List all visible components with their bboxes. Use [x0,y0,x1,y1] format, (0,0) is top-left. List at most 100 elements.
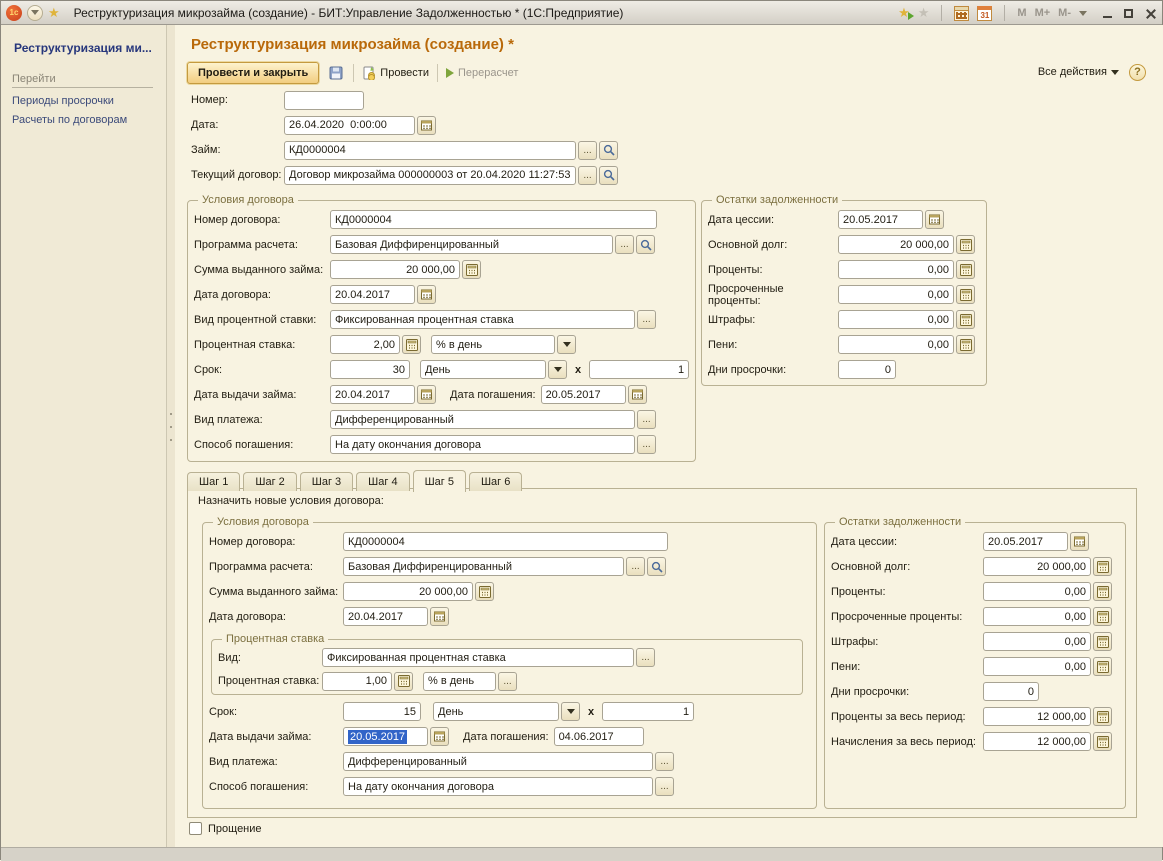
repayment-method-field[interactable]: На дату окончания договора [330,435,635,454]
interest-rate-field[interactable]: 2,00 [330,335,400,354]
calc-button[interactable] [956,285,975,304]
memory-mplus-button[interactable]: M+ [1035,7,1051,19]
forgiveness-checkbox[interactable] [189,822,202,835]
help-button[interactable]: ? [1129,64,1146,81]
new-interest-rate-field[interactable]: 1,00 [322,672,392,691]
repayment-method-select-button[interactable]: ... [655,777,674,796]
new-term-field[interactable]: 15 [343,702,421,721]
rate-unit-combo[interactable]: % в день [431,335,555,354]
post-button[interactable]: Провести [360,63,431,83]
recalculate-button[interactable]: Перерасчет [444,63,520,83]
calc-button[interactable] [1093,707,1112,726]
number-field[interactable] [284,91,364,110]
amount-calc-button[interactable] [462,260,481,279]
post-and-close-button[interactable]: Провести и закрыть [187,62,319,84]
loan-select-button[interactable]: ... [578,141,597,160]
principal-field[interactable]: 20 000,00 [838,235,954,254]
overdue-days-field[interactable]: 0 [983,682,1039,701]
memory-mminus-button[interactable]: M- [1058,7,1071,19]
program-select-button[interactable]: ... [615,235,634,254]
new-issue-date-field[interactable]: 20.05.2017 [343,727,428,746]
overdue-interest-field[interactable]: 0,00 [838,285,954,304]
new-term-unit-combo[interactable]: День [433,702,559,721]
contract-select-button[interactable]: ... [578,166,597,185]
new-contract-date-field[interactable]: 20.04.2017 [343,607,428,626]
payment-type-select-button[interactable]: ... [655,752,674,771]
calc-button[interactable] [956,235,975,254]
rate-type-select-button[interactable]: ... [636,648,655,667]
favorite-page-icon[interactable]: ★ [918,5,930,21]
close-button[interactable] [1145,8,1156,19]
rate-type-select-button[interactable]: ... [637,310,656,329]
period-interest-field[interactable]: 12 000,00 [983,707,1091,726]
principal-field[interactable]: 20 000,00 [983,557,1091,576]
calc-button[interactable] [394,672,413,691]
new-calc-program-field[interactable]: Базовая Диффиренцированный [343,557,624,576]
minimize-button[interactable] [1103,9,1112,18]
due-date-field[interactable]: 20.05.2017 [541,385,626,404]
calendar-icon[interactable]: 31 [977,6,992,21]
add-favorite-icon[interactable]: ★ [898,5,910,21]
loan-field[interactable]: КД0000004 [284,141,576,160]
contract-date-field[interactable]: 20.04.2017 [330,285,415,304]
new-repayment-method-field[interactable]: На дату окончания договора [343,777,653,796]
issue-date-field[interactable]: 20.04.2017 [330,385,415,404]
calc-program-field[interactable]: Базовая Диффиренцированный [330,235,613,254]
rate-unit-dropdown-button[interactable] [557,335,576,354]
term-unit-dropdown-button[interactable] [561,702,580,721]
loan-amount-field[interactable]: 20 000,00 [330,260,460,279]
program-select-button[interactable]: ... [626,557,645,576]
favorites-star-icon[interactable]: ★ [48,5,60,21]
new-rate-type-field[interactable]: Фиксированная процентная ставка [322,648,634,667]
overdue-days-field[interactable]: 0 [838,360,896,379]
fines-field[interactable]: 0,00 [983,632,1091,651]
chevron-down-icon[interactable] [1079,11,1087,16]
calc-button[interactable] [956,260,975,279]
interest-field[interactable]: 0,00 [983,582,1091,601]
overdue-interest-field[interactable]: 0,00 [983,607,1091,626]
tab-step-4[interactable]: Шаг 4 [356,472,409,491]
date-picker-button[interactable] [1070,532,1089,551]
all-actions-button[interactable]: Все действия [1036,62,1121,82]
date-picker-button[interactable] [417,285,436,304]
date-picker-button[interactable] [430,727,449,746]
date-picker-button[interactable] [925,210,944,229]
cession-date-field[interactable]: 20.05.2017 [838,210,923,229]
date-picker-button[interactable] [628,385,647,404]
tab-step-1[interactable]: Шаг 1 [187,472,240,491]
term-unit-dropdown-button[interactable] [548,360,567,379]
tab-step-5[interactable]: Шаг 5 [413,470,466,492]
payment-type-field[interactable]: Дифференцированный [330,410,635,429]
new-payment-type-field[interactable]: Дифференцированный [343,752,653,771]
rate-calc-button[interactable] [402,335,421,354]
contract-number-field[interactable]: КД0000004 [330,210,657,229]
calc-button[interactable] [1093,632,1112,651]
rate-unit-select-button[interactable]: ... [498,672,517,691]
repayment-method-select-button[interactable]: ... [637,435,656,454]
term-field[interactable]: 30 [330,360,410,379]
main-menu-button[interactable] [27,5,43,21]
date-field[interactable]: 26.04.2020 0:00:00 [284,116,415,135]
calc-button[interactable] [475,582,494,601]
fines-field[interactable]: 0,00 [838,310,954,329]
maximize-button[interactable] [1124,9,1133,18]
penalties-field[interactable]: 0,00 [838,335,954,354]
program-open-button[interactable] [647,557,666,576]
calculator-icon[interactable] [954,6,969,21]
interest-field[interactable]: 0,00 [838,260,954,279]
contract-open-button[interactable] [599,166,618,185]
sidebar-link-contract-settlements[interactable]: Расчеты по договорам [12,114,166,126]
period-accruals-field[interactable]: 12 000,00 [983,732,1091,751]
loan-open-button[interactable] [599,141,618,160]
calc-button[interactable] [1093,607,1112,626]
tab-step-3[interactable]: Шаг 3 [300,472,353,491]
new-loan-amount-field[interactable]: 20 000,00 [343,582,473,601]
new-contract-number-field[interactable]: КД0000004 [343,532,668,551]
save-button[interactable] [325,63,347,83]
date-picker-button[interactable] [430,607,449,626]
term-unit-combo[interactable]: День [420,360,546,379]
calc-button[interactable] [1093,557,1112,576]
current-contract-field[interactable]: Договор микрозайма 000000003 от 20.04.20… [284,166,576,185]
sidebar-splitter[interactable] [167,25,175,847]
calc-button[interactable] [1093,582,1112,601]
